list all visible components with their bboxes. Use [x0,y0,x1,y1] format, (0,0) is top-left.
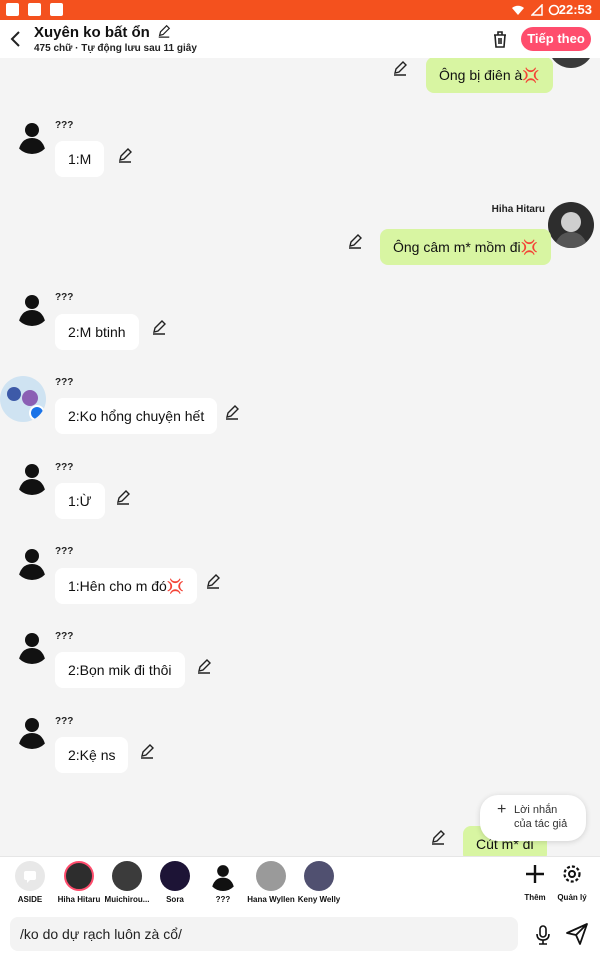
avatar[interactable] [14,118,50,154]
chat-area[interactable]: Ông bị điên à💢 ??? 1:M Hiha Hitaru Ông c… [0,58,600,856]
wifi-icon [512,5,524,15]
avatar [304,861,334,891]
edit-icon[interactable] [347,233,363,249]
message-bubble[interactable]: Ông câm m* mồm đi💢 [380,229,552,265]
message-bubble[interactable]: 2:Bọn mik đi thôi [55,652,185,688]
input-bar [0,908,600,960]
message-bubble[interactable]: 1:Ừ [55,483,105,519]
character-label: Keny Welly [297,895,341,904]
plus-icon [526,865,544,883]
sender-name: ??? [55,716,74,727]
trash-icon[interactable] [490,29,510,49]
chat-bubble-icon [15,861,45,891]
character-bar: ASIDE Hiha Hitaru Muichirou... Sora ??? … [0,856,600,908]
autosave-info: 475 chữ · Tự động lưu sau 11 giây [34,43,197,54]
status-bar: 22:53 [0,0,600,20]
edit-icon[interactable] [224,404,240,420]
edit-icon[interactable] [430,829,446,845]
avatar[interactable] [14,713,50,749]
avatar [64,861,94,891]
message-bubble[interactable]: 2:Ko hổng chuyện hết [55,398,218,434]
avatar [112,861,142,891]
message-bubble[interactable]: 1:M [55,141,105,177]
edit-icon[interactable] [151,319,167,335]
message-bubble[interactable]: 1:Hên cho m đó💢 [55,568,198,604]
sender-name: ??? [55,546,74,557]
edit-icon[interactable] [117,147,133,163]
message-bubble[interactable]: Ông bị điên à💢 [426,58,553,93]
avatar [160,861,190,891]
avatar[interactable] [14,290,50,326]
page-title-text: Xuyên ko bất ổn [34,24,150,41]
message-input[interactable] [10,917,518,951]
edit-icon[interactable] [392,60,408,76]
header: Xuyên ko bất ổn 475 chữ · Tự động lưu sa… [0,20,600,58]
next-button[interactable]: Tiếp theo [521,27,591,51]
edit-icon[interactable] [157,24,171,38]
edit-icon[interactable] [196,658,212,674]
signal-off-icon [531,4,543,16]
avatar[interactable] [548,202,594,248]
sender-name: ??? [55,377,74,388]
avatar [256,861,286,891]
sender-name: ??? [55,120,74,131]
avatar[interactable] [14,544,50,580]
avatar[interactable] [548,58,594,68]
microphone-icon[interactable] [534,924,552,946]
sender-name: ??? [55,462,74,473]
message-bubble[interactable]: 2:M btinh [55,314,139,350]
gear-icon [563,865,581,883]
send-icon[interactable] [565,922,589,946]
manage-label: Quản lý [557,893,587,902]
add-label: Thêm [524,893,546,902]
manage-button[interactable]: Quản lý [552,863,592,902]
author-note-button[interactable]: + Lời nhắn của tác giả [480,795,586,841]
sender-name: ??? [55,631,74,642]
avatar[interactable] [0,376,46,422]
status-time: 22:53 [558,2,592,17]
image-icon [28,3,41,16]
avatar[interactable] [14,628,50,664]
page-title: Xuyên ko bất ổn [34,24,171,41]
avatar[interactable] [14,459,50,495]
message-bubble[interactable]: 2:Kệ ns [55,737,129,773]
sender-name: Hiha Hitaru [491,204,545,215]
edit-icon[interactable] [115,489,131,505]
add-character-button[interactable]: Thêm [515,863,555,902]
back-arrow-icon[interactable] [6,28,26,50]
edit-icon[interactable] [139,743,155,759]
silhouette-icon [208,861,238,891]
author-note-label: Lời nhắn [514,804,558,816]
edit-icon[interactable] [205,573,221,589]
character-keny[interactable]: Keny Welly [289,861,349,904]
plus-icon: + [497,801,507,818]
app-icon [50,3,63,16]
youtube-icon [6,3,19,16]
author-note-label: của tác giả [514,818,568,830]
sender-name: ??? [55,292,74,303]
